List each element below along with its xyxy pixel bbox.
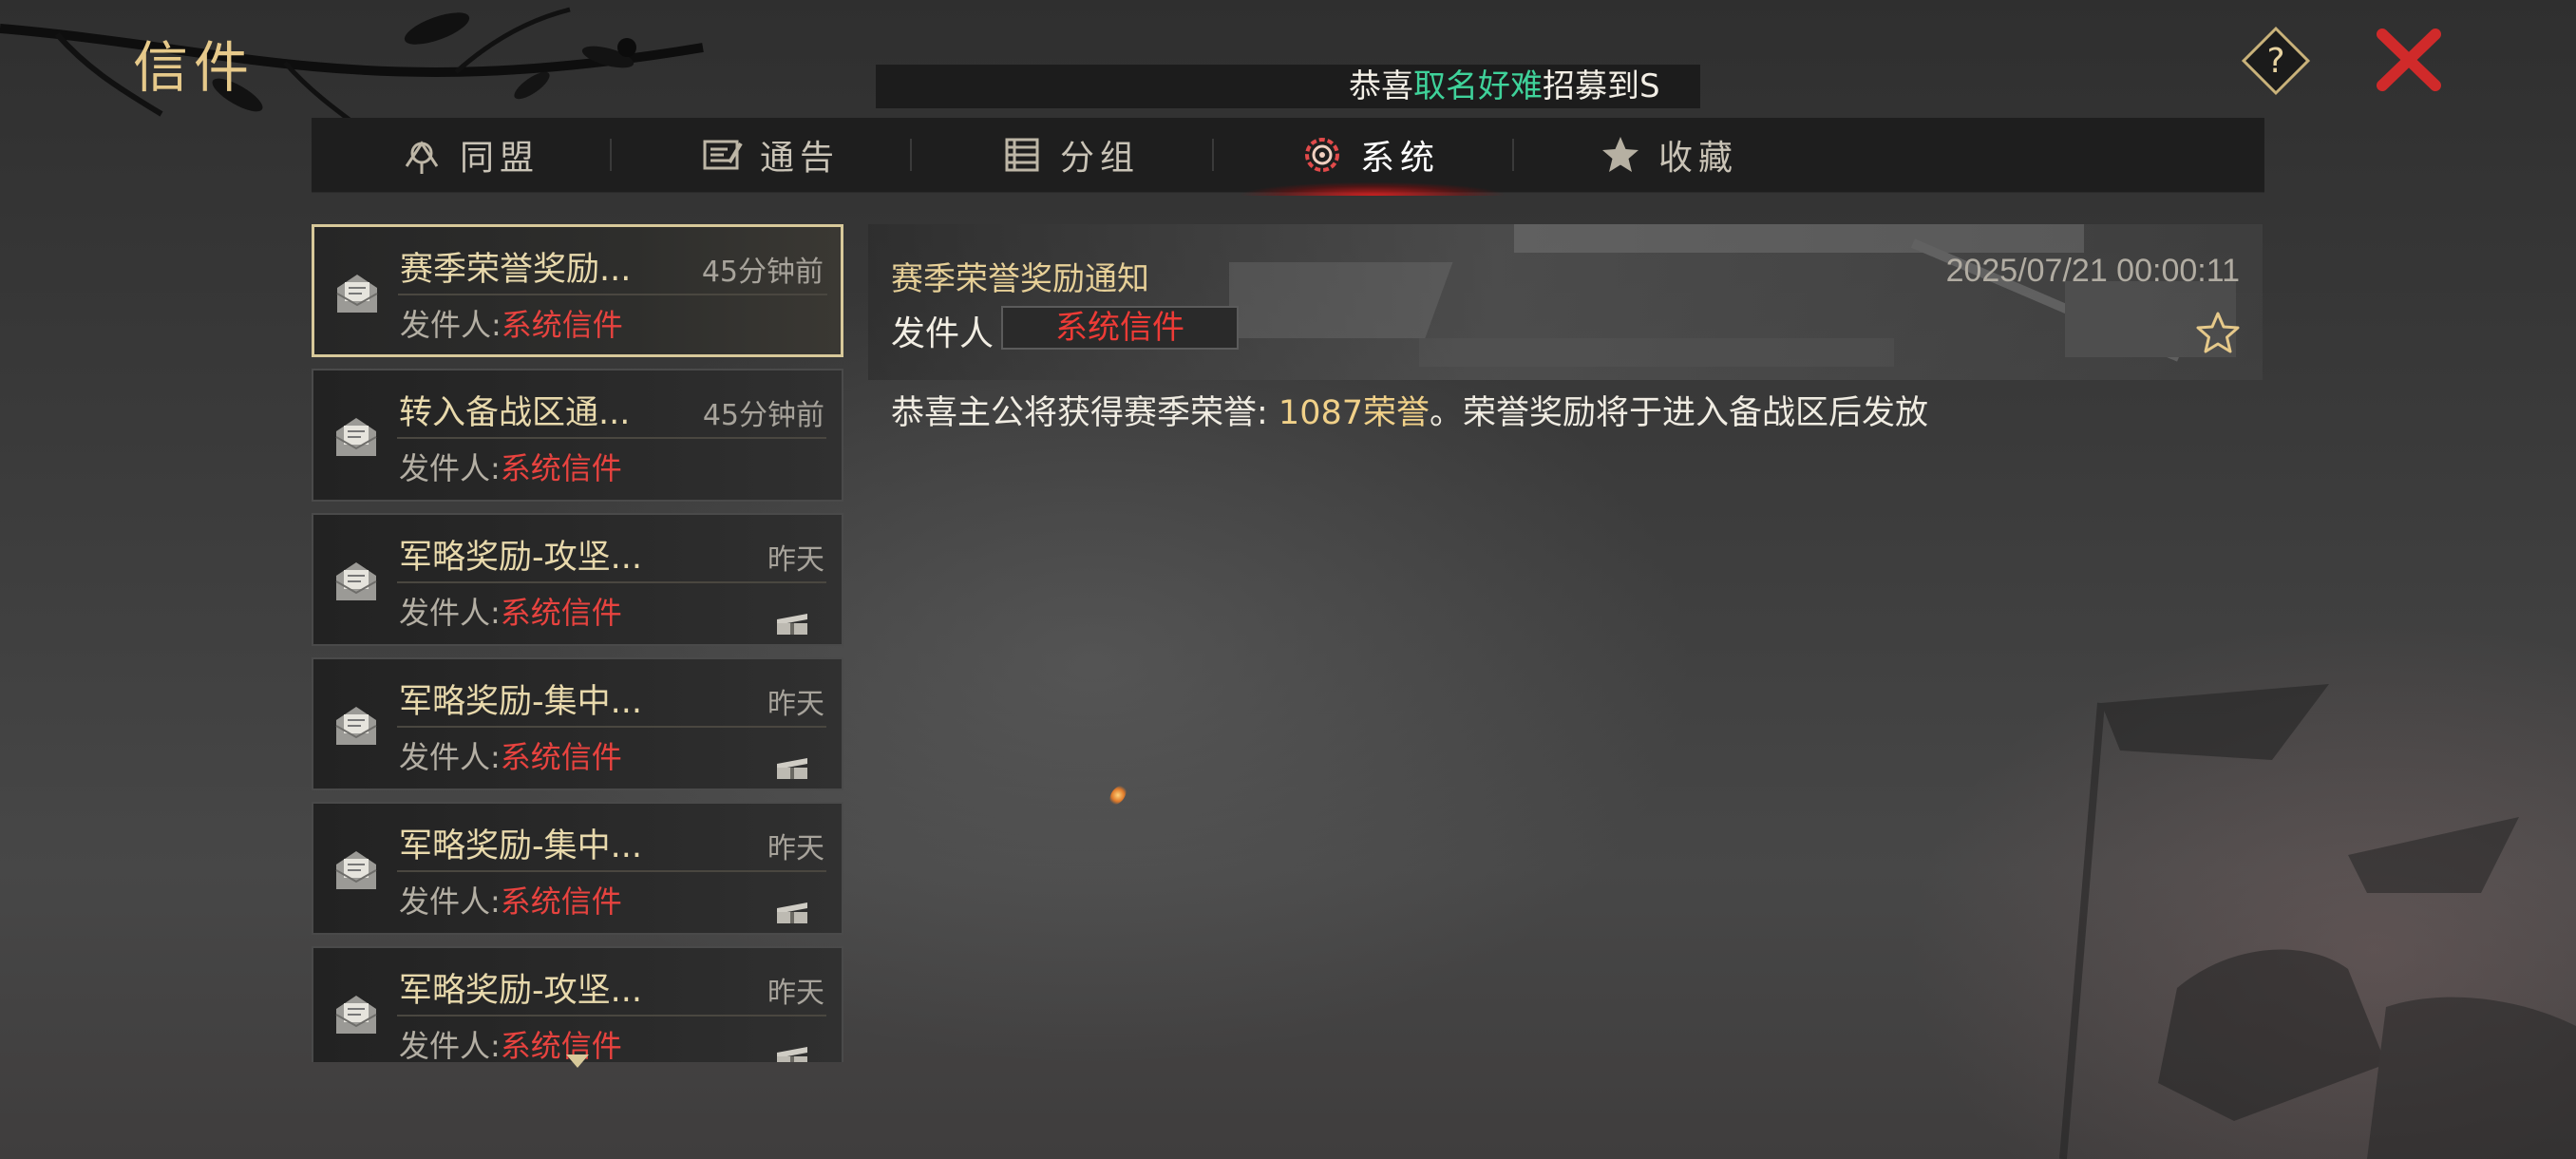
ticker-suffix: 招募到S — [1543, 67, 1660, 105]
mail-divider — [397, 437, 826, 439]
sender-name: 系统信件 — [500, 595, 622, 631]
sender-prefix: 发件人: — [400, 307, 502, 343]
mail-item[interactable]: 转入备战区通... 45分钟前 发件人:系统信件 — [312, 369, 843, 502]
mail-time: 45分钟前 — [702, 399, 824, 432]
mail-divider — [398, 294, 827, 295]
attachment-chest-icon — [777, 758, 807, 779]
mail-item[interactable]: 军略奖励-攻坚... 昨天 发件人:系统信件 — [312, 513, 843, 646]
ticker-prefix: 恭喜 — [1349, 67, 1413, 105]
mail-envelope-icon — [335, 562, 377, 600]
mail-sender: 发件人:系统信件 — [400, 301, 623, 345]
mail-envelope-icon — [336, 275, 378, 313]
body-text: 恭喜主公将获得赛季荣誉: — [891, 394, 1279, 432]
sender-prefix: 发件人: — [399, 450, 501, 486]
question-diamond-icon: ? — [2241, 26, 2311, 96]
group-list-icon — [1005, 138, 1039, 172]
mail-envelope-icon — [335, 996, 377, 1034]
close-x-icon — [2377, 28, 2441, 91]
mail-subject: 军略奖励-攻坚... — [399, 539, 643, 577]
sender-name: 系统信件 — [500, 739, 622, 775]
help-button[interactable]: ? — [2238, 23, 2314, 99]
mail-sender: 发件人:系统信件 — [399, 445, 622, 488]
mail-time: 昨天 — [767, 688, 824, 721]
tab-group[interactable]: 分组 — [1001, 118, 1140, 192]
mail-detail-sender-badge: 系统信件 — [1001, 306, 1239, 350]
detail-header-artwork — [1229, 224, 2236, 367]
ticker-player-name: 取名好难 — [1413, 67, 1543, 105]
mail-envelope-icon — [335, 851, 377, 889]
mail-sender: 发件人:系统信件 — [399, 589, 622, 633]
ember-decoration — [1106, 782, 1130, 808]
mail-divider — [397, 581, 826, 583]
mail-sender: 发件人:系统信件 — [399, 733, 622, 777]
mail-time: 昨天 — [767, 832, 824, 865]
sender-prefix: 发件人: — [399, 739, 501, 775]
notice-icon — [703, 140, 743, 170]
mail-detail-date: 2025/07/21 00:00:11 — [1945, 253, 2240, 289]
tab-label: 收藏 — [1658, 139, 1739, 178]
alliance-icon — [405, 141, 439, 174]
tab-divider — [910, 139, 912, 171]
mail-item[interactable]: 赛季荣誉奖励... 45分钟前 发件人:系统信件 — [312, 224, 843, 357]
scroll-down-arrow-icon[interactable] — [566, 1054, 589, 1068]
mail-detail-sender-label: 发件人 — [891, 314, 994, 353]
sender-prefix: 发件人: — [399, 595, 501, 631]
sender-name: 系统信件 — [500, 884, 622, 920]
mail-divider — [397, 1015, 826, 1016]
mail-item[interactable]: 军略奖励-集中... 昨天 发件人:系统信件 — [312, 802, 843, 935]
sender-prefix: 发件人: — [399, 884, 501, 920]
mail-item[interactable]: 军略奖励-攻坚... 昨天 发件人:系统信件 — [312, 946, 843, 1062]
war-silhouette-decoration — [2059, 684, 2576, 1159]
mail-sender: 发件人:系统信件 — [399, 878, 622, 922]
tab-favorites[interactable]: 收藏 — [1600, 118, 1738, 192]
mail-envelope-icon — [335, 418, 377, 456]
mail-time: 昨天 — [767, 543, 824, 577]
tab-label: 通告 — [760, 139, 841, 178]
mail-divider — [397, 870, 826, 872]
broadcast-ticker: 恭喜取名好难招募到S — [876, 65, 1700, 108]
mail-item[interactable]: 军略奖励-集中... 昨天 发件人:系统信件 — [312, 657, 843, 790]
attachment-chest-icon — [777, 1047, 807, 1062]
active-tab-glow — [1206, 163, 1539, 196]
tab-notice[interactable]: 通告 — [701, 118, 840, 192]
tab-label: 同盟 — [460, 139, 540, 178]
mail-subject: 军略奖励-攻坚... — [399, 972, 643, 1010]
favorite-star-button[interactable] — [2194, 310, 2242, 357]
mail-divider — [397, 726, 826, 728]
svg-text:?: ? — [2266, 42, 2284, 81]
body-text: 。荣誉奖励将于进入备战区后发放 — [1430, 394, 1929, 432]
page-title: 信件 — [133, 35, 256, 100]
mail-subject: 军略奖励-集中... — [399, 683, 643, 721]
mail-time: 45分钟前 — [701, 256, 824, 289]
mail-time: 昨天 — [767, 977, 824, 1010]
mail-detail-header — [868, 224, 2263, 380]
mail-subject: 赛季荣誉奖励... — [400, 251, 632, 289]
mail-envelope-icon — [335, 707, 377, 745]
close-button[interactable] — [2375, 28, 2443, 91]
mail-list[interactable]: 赛季荣誉奖励... 45分钟前 发件人:系统信件 转入备战区通... 45分钟前… — [312, 224, 847, 1062]
sender-prefix: 发件人: — [399, 1028, 501, 1062]
mail-detail-subject: 赛季荣誉奖励通知 — [891, 260, 1149, 298]
star-outline-icon — [2196, 312, 2240, 353]
tab-alliance[interactable]: 同盟 — [401, 118, 540, 192]
tab-divider — [610, 139, 612, 171]
sender-name: 系统信件 — [500, 450, 622, 486]
mail-subject: 军略奖励-集中... — [399, 827, 643, 865]
star-icon — [1602, 137, 1638, 172]
attachment-chest-icon — [777, 902, 807, 923]
body-highlight: 1087荣誉 — [1278, 394, 1430, 432]
mail-subject: 转入备战区通... — [399, 394, 631, 432]
tab-label: 分组 — [1060, 139, 1141, 178]
mail-detail-body: 恭喜主公将获得赛季荣誉: 1087荣誉。荣誉奖励将于进入备战区后发放 — [891, 386, 1928, 434]
sender-name: 系统信件 — [501, 307, 623, 343]
attachment-chest-icon — [777, 614, 807, 635]
sender-name: 系统信件 — [500, 1028, 622, 1062]
